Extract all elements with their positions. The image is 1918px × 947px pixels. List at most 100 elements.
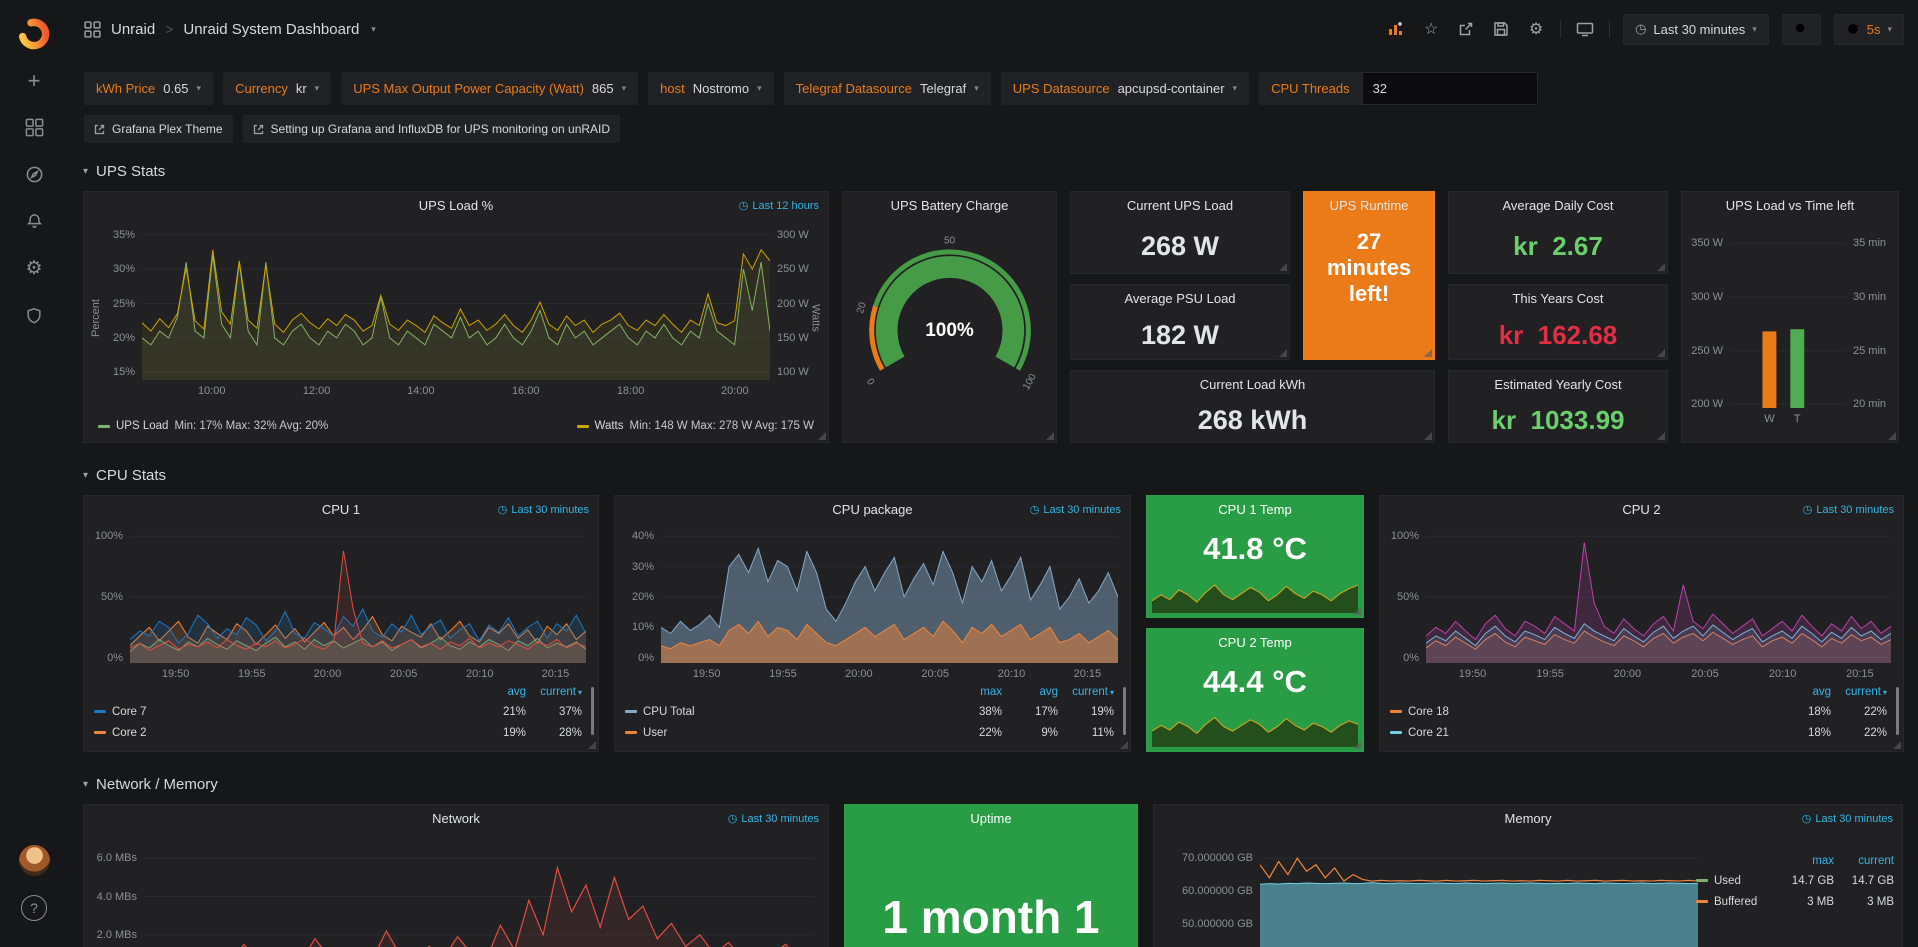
section-ups-stats[interactable]: ▾ UPS Stats xyxy=(83,151,1903,191)
section-cpu-stats[interactable]: ▾ CPU Stats xyxy=(83,455,1903,495)
shield-icon xyxy=(25,307,43,325)
add-panel-button[interactable] xyxy=(1385,18,1407,40)
legend-scrollbar[interactable] xyxy=(1123,687,1126,735)
panel-title[interactable]: Memory xyxy=(1154,805,1902,832)
compass-icon xyxy=(25,165,44,184)
sidebar-item-help[interactable]: ? xyxy=(0,884,68,931)
axis-tick-label: 70.000000 GB xyxy=(1154,852,1253,864)
legend-header[interactable]: current▾ xyxy=(1058,686,1114,698)
cpu-2-graph[interactable]: 0%50%100%19:5019:5520:0020:0520:1020:15 xyxy=(1380,523,1903,683)
sidebar-item-dashboards[interactable] xyxy=(0,104,68,151)
cpu-1-graph[interactable]: 0%50%100%19:5019:5520:0020:0520:1020:15 xyxy=(84,523,598,683)
panel-ups-load: UPS Load % ◷Last 12 hours 15%20%25%30%35… xyxy=(83,191,829,443)
variable-label: UPS Datasource xyxy=(1013,81,1110,96)
chevron-down-icon: ▾ xyxy=(83,166,88,177)
sidebar-item-profile[interactable] xyxy=(0,837,68,884)
legend-header[interactable]: max xyxy=(1774,855,1834,867)
ups-load-vs-time-chart[interactable]: 200 W250 W300 W350 W20 min25 min30 min35… xyxy=(1682,219,1898,442)
legend-swatch xyxy=(98,425,110,428)
section-network-memory[interactable]: ▾ Network / Memory xyxy=(83,764,1903,804)
legend-row[interactable]: Core 7 21% 37% xyxy=(94,701,582,722)
panel-average-psu-load: Average PSU Load 182 W xyxy=(1070,284,1290,360)
link-ups-monitoring-guide[interactable]: Setting up Grafana and InfluxDB for UPS … xyxy=(243,115,621,143)
variable-value: Telegraf xyxy=(920,81,966,96)
dashboard-settings-button[interactable]: ⚙ xyxy=(1525,18,1547,40)
legend-swatch xyxy=(625,710,637,713)
breadcrumb-app[interactable]: Unraid xyxy=(111,21,155,38)
breadcrumb-dashboard-title[interactable]: Unraid System Dashboard xyxy=(183,21,359,38)
clock-icon: ◷ xyxy=(1803,503,1813,516)
ups-load-graph[interactable]: 15%20%25%30%35%100 W150 W200 W250 W300 W… xyxy=(84,219,828,416)
axis-tick-label: 25 min xyxy=(1853,345,1898,357)
legend-row[interactable]: Core 2 19% 28% xyxy=(94,722,582,743)
panel-title[interactable]: This Years Cost xyxy=(1449,285,1667,312)
legend-row[interactable]: Core 21 18% 22% xyxy=(1390,722,1887,743)
share-button[interactable] xyxy=(1455,18,1477,40)
legend-scrollbar[interactable] xyxy=(591,687,594,735)
variable-kwh-price[interactable]: kWh Price 0.65 ▾ xyxy=(84,72,213,105)
legend-header[interactable]: current▾ xyxy=(526,686,582,698)
legend-header[interactable]: avg xyxy=(1002,686,1058,698)
sidebar-item-alerting[interactable] xyxy=(0,198,68,245)
time-range-picker[interactable]: ◷ Last 30 minutes ▾ xyxy=(1623,14,1769,45)
panel-title[interactable]: UPS Load vs Time left xyxy=(1682,192,1898,219)
variable-ups-max-output[interactable]: UPS Max Output Power Capacity (Watt) 865… xyxy=(341,72,638,105)
axis-tick-label: 250 W xyxy=(777,263,828,275)
legend-row[interactable]: CPU Total 38% 17% 19% xyxy=(625,701,1114,722)
legend: UPS Load Min: 17% Max: 32% Avg: 20% Watt… xyxy=(84,416,828,442)
tv-icon xyxy=(1576,21,1594,37)
chart-canvas xyxy=(142,227,770,380)
legend-row[interactable]: Used 14.7 GB 14.7 GB xyxy=(1696,870,1894,891)
legend-row[interactable]: User 22% 9% 11% xyxy=(625,722,1114,743)
legend-scrollbar[interactable] xyxy=(1896,687,1899,735)
legend-header[interactable]: current xyxy=(1834,855,1894,867)
zoom-out-button[interactable] xyxy=(1782,14,1821,45)
sidebar-item-create[interactable]: + xyxy=(0,57,68,104)
star-button[interactable]: ☆ xyxy=(1420,18,1442,40)
refresh-picker[interactable]: 5s ▾ xyxy=(1834,14,1904,45)
link-grafana-plex-theme[interactable]: Grafana Plex Theme xyxy=(84,115,233,143)
legend-header-row: max current xyxy=(1696,852,1894,870)
panel-title[interactable]: Network xyxy=(84,805,828,832)
panel-title[interactable]: UPS Runtime xyxy=(1304,192,1434,219)
panel-title[interactable]: Average Daily Cost xyxy=(1449,192,1667,219)
panel-title[interactable]: Current UPS Load xyxy=(1071,192,1289,219)
sidebar-item-server-admin[interactable] xyxy=(0,292,68,339)
sidebar-item-explore[interactable] xyxy=(0,151,68,198)
panel-title[interactable]: CPU 1 Temp xyxy=(1147,496,1363,523)
variable-currency[interactable]: Currency kr ▾ xyxy=(223,72,331,105)
panel-title[interactable]: Average PSU Load xyxy=(1071,285,1289,312)
cpu-threads-input[interactable] xyxy=(1362,72,1538,105)
grafana-logo[interactable] xyxy=(0,10,68,57)
panel-title[interactable]: Current Load kWh xyxy=(1071,371,1434,398)
axis-tick-label: 20 min xyxy=(1853,398,1898,410)
cpu-package-graph[interactable]: 0%10%20%30%40%19:5019:5520:0020:0520:102… xyxy=(615,523,1130,683)
variable-telegraf-datasource[interactable]: Telegraf Datasource Telegraf ▾ xyxy=(784,72,991,105)
y-axis-title-left: Percent xyxy=(90,299,102,337)
variable-host[interactable]: host Nostromo ▾ xyxy=(648,72,773,105)
legend-header[interactable]: avg xyxy=(1775,686,1831,698)
legend-item-watts[interactable]: Watts Min: 148 W Max: 278 W Avg: 175 W xyxy=(577,420,814,432)
legend-row[interactable]: Buffered 3 MB 3 MB xyxy=(1696,891,1894,912)
legend-item-ups-load[interactable]: UPS Load Min: 17% Max: 32% Avg: 20% xyxy=(98,420,328,432)
legend-header[interactable]: max xyxy=(946,686,1002,698)
panel-title[interactable]: UPS Battery Charge xyxy=(843,192,1056,219)
variable-value: apcupsd-container xyxy=(1118,81,1225,96)
axis-tick-label: 10:00 xyxy=(198,385,226,397)
chevron-down-icon[interactable]: ▾ xyxy=(371,24,376,35)
variable-ups-datasource[interactable]: UPS Datasource apcupsd-container ▾ xyxy=(1001,72,1249,105)
legend-row[interactable]: Core 18 18% 22% xyxy=(1390,701,1887,722)
panel-title[interactable]: CPU 2 Temp xyxy=(1147,629,1363,656)
cpu-2-temp-sparkline xyxy=(1152,711,1358,747)
sidebar-item-configuration[interactable]: ⚙ xyxy=(0,245,68,292)
network-graph[interactable]: 2.0 MBs4.0 MBs6.0 MBs xyxy=(84,832,828,947)
chevron-down-icon: ▾ xyxy=(83,470,88,481)
panel-title[interactable]: UPS Load % xyxy=(84,192,828,219)
legend-header[interactable]: current▾ xyxy=(1831,686,1887,698)
cycle-view-button[interactable] xyxy=(1574,18,1596,40)
legend-header[interactable]: avg xyxy=(470,686,526,698)
panel-title[interactable]: Uptime xyxy=(845,805,1137,832)
legend: max current Used 14.7 GB 14.7 GB Buffere… xyxy=(1696,852,1894,912)
panel-title[interactable]: Estimated Yearly Cost xyxy=(1449,371,1667,398)
save-button[interactable] xyxy=(1490,18,1512,40)
